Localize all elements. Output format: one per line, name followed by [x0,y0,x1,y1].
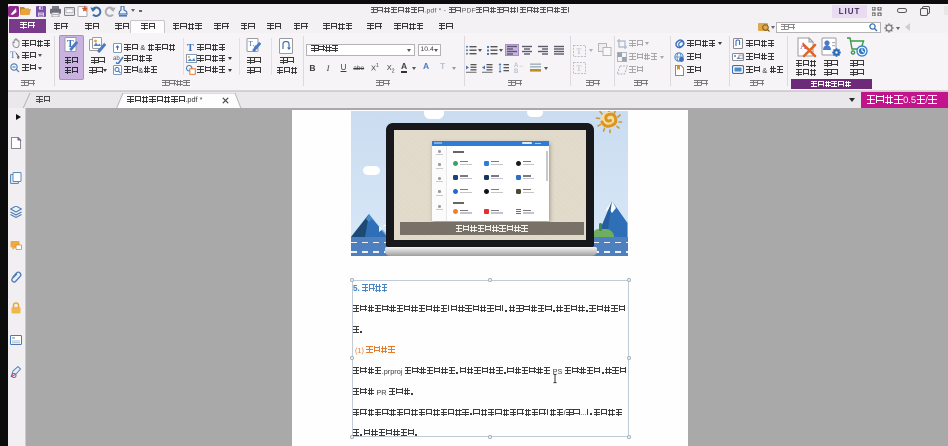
svg-text:T: T [10,50,16,59]
svg-text:T: T [577,64,582,73]
svg-text:T: T [577,47,582,56]
svg-text:T: T [187,43,194,52]
